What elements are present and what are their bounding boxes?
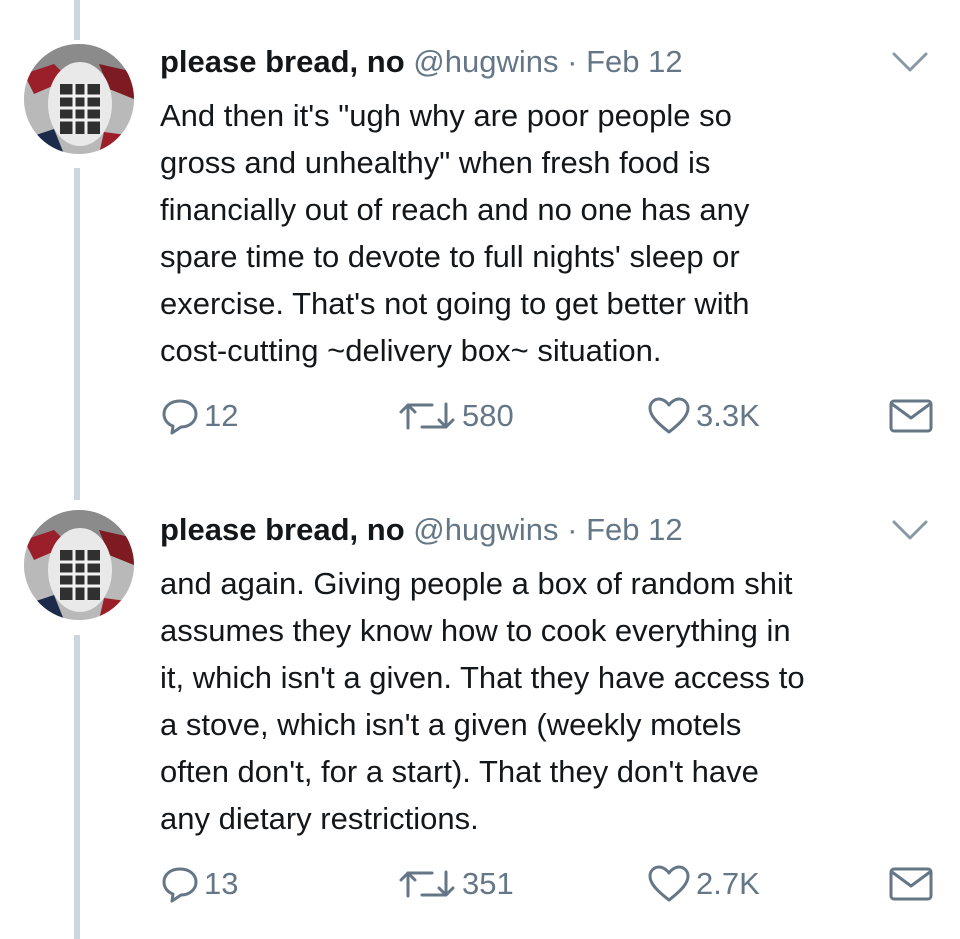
tweet-text-line: And then it's "ugh why are poor people s…: [160, 98, 732, 133]
tweet-date[interactable]: Feb 12: [586, 512, 683, 547]
reply-button[interactable]: 13: [160, 862, 238, 906]
retweet-button[interactable]: 351: [396, 862, 514, 906]
like-button[interactable]: 3.3K: [646, 394, 760, 438]
author-handle[interactable]: @hugwins: [413, 44, 558, 79]
envelope-icon: [889, 399, 933, 433]
like-count: 3.3K: [696, 398, 760, 433]
direct-message-button[interactable]: [888, 862, 938, 906]
tweet-text: And then it's "ugh why are poor people s…: [160, 92, 950, 374]
tweet-text-line: often don't, for a start). That they don…: [160, 754, 759, 789]
tweet-actions: 13 351 2.7K: [0, 862, 960, 906]
reply-button[interactable]: 12: [160, 394, 238, 438]
reply-icon: [162, 867, 198, 903]
tweet-text-line: spare time to devote to full nights' sle…: [160, 239, 740, 274]
tweet-text-line: assumes they know how to cook everything…: [160, 613, 791, 648]
retweet-button[interactable]: 580: [396, 394, 514, 438]
chevron-down-icon[interactable]: [888, 48, 932, 78]
header-separator: ·: [567, 512, 578, 547]
author-name[interactable]: please bread, no: [160, 44, 405, 79]
tweet[interactable]: please bread, no @hugwins · Feb 12 And t…: [0, 0, 960, 470]
goalie-mask-avatar-icon: [24, 44, 134, 154]
tweet-actions: 12 580 3.3K: [0, 394, 960, 438]
chevron-down-icon[interactable]: [888, 516, 932, 546]
heart-icon: [648, 397, 690, 434]
tweet-header: please bread, no @hugwins · Feb 12: [160, 510, 683, 550]
header-separator: ·: [567, 44, 578, 79]
retweet-icon: [399, 870, 455, 898]
goalie-mask-avatar-icon: [24, 510, 134, 620]
tweet-text-line: it, which isn't a given. That they have …: [160, 660, 805, 695]
tweet-text-line: financially out of reach and no one has …: [160, 192, 750, 227]
avatar[interactable]: [24, 510, 134, 620]
tweet-text: and again. Giving people a box of random…: [160, 560, 950, 842]
direct-message-button[interactable]: [888, 394, 938, 438]
reply-count: 13: [204, 866, 239, 901]
envelope-icon: [889, 867, 933, 901]
reply-icon: [162, 399, 198, 435]
tweet-text-line: gross and unhealthy" when fresh food is: [160, 145, 711, 180]
tweet-text-line: any dietary restrictions.: [160, 801, 479, 836]
author-name[interactable]: please bread, no: [160, 512, 405, 547]
like-button[interactable]: 2.7K: [646, 862, 760, 906]
tweet-date[interactable]: Feb 12: [586, 44, 683, 79]
retweet-count: 351: [462, 866, 514, 901]
tweet-text-line: cost-cutting ~delivery box~ situation.: [160, 333, 662, 368]
tweet-text-line: and again. Giving people a box of random…: [160, 566, 793, 601]
avatar[interactable]: [24, 44, 134, 154]
tweet-header: please bread, no @hugwins · Feb 12: [160, 42, 683, 82]
tweet-text-line: exercise. That's not going to get better…: [160, 286, 750, 321]
reply-count: 12: [204, 398, 239, 433]
tweet[interactable]: please bread, no @hugwins · Feb 12 and a…: [0, 470, 960, 939]
retweet-count: 580: [462, 398, 514, 433]
author-handle[interactable]: @hugwins: [413, 512, 558, 547]
like-count: 2.7K: [696, 866, 760, 901]
heart-icon: [648, 865, 690, 902]
tweet-text-line: a stove, which isn't a given (weekly mot…: [160, 707, 742, 742]
retweet-icon: [399, 402, 455, 430]
